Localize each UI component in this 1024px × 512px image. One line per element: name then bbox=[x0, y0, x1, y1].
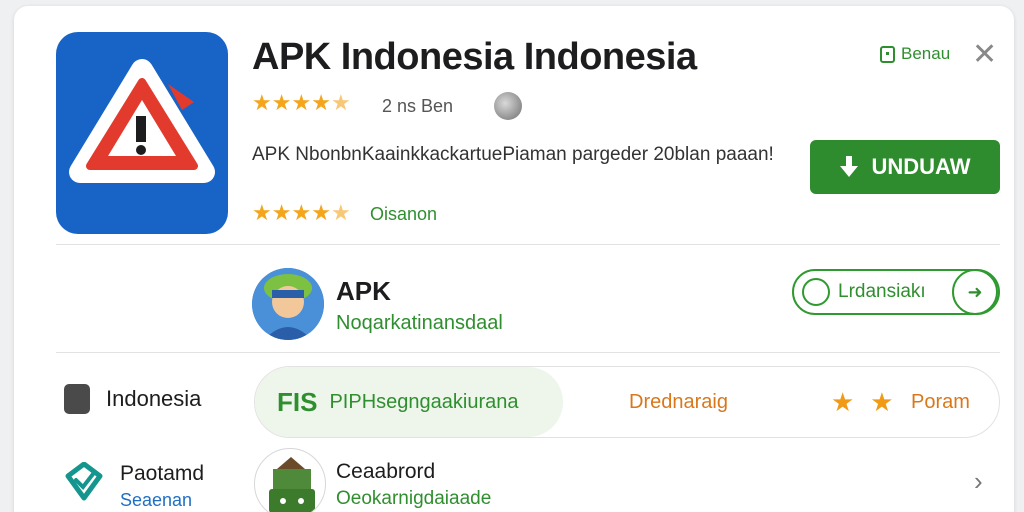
rating-meta: 2 ns Ben bbox=[382, 96, 454, 116]
reviewer-avatar-icon bbox=[494, 92, 522, 120]
follow-button[interactable]: Lrdansiakı ➜ bbox=[792, 269, 1000, 315]
star-icon: ★ bbox=[271, 200, 292, 225]
app-title: APK Indonesia Indonesia bbox=[252, 36, 697, 78]
tag-stars: ★★ bbox=[831, 387, 910, 417]
star-icon: ★ bbox=[291, 90, 312, 115]
follow-label: Lrdansiakı bbox=[838, 281, 926, 302]
download-icon bbox=[839, 156, 858, 177]
tag-popular[interactable]: Poram bbox=[911, 391, 970, 414]
app-description: APK NbonbnKaainkkackartuePiaman pargeder… bbox=[252, 144, 774, 165]
secondary-rating-label: Oisanon bbox=[370, 204, 438, 224]
install-button[interactable]: UNDUAW bbox=[810, 140, 1000, 194]
tag-primary[interactable]: FIS PIPHsegngaakiurana bbox=[255, 367, 563, 437]
install-label: UNDUAW bbox=[871, 154, 971, 179]
person-avatar-icon bbox=[252, 268, 324, 340]
category-item[interactable]: Indonesia bbox=[64, 384, 201, 414]
related-app-name[interactable]: Ceaabrord bbox=[336, 460, 435, 484]
divider bbox=[56, 244, 1000, 245]
developer-name[interactable]: APK bbox=[336, 276, 391, 307]
tag-secondary[interactable]: Drednaraig bbox=[629, 391, 728, 414]
rating-stars: ★ ★ ★ ★ ★ bbox=[252, 92, 351, 114]
bookmark-icon bbox=[880, 45, 895, 63]
star-icon: ★ bbox=[252, 90, 272, 115]
star-icon: ★ bbox=[311, 200, 331, 225]
half-star-icon: ★ bbox=[330, 200, 351, 225]
secondary-rating-stars: ★ ★ ★ ★ ★ bbox=[252, 202, 351, 224]
nav-sub-label: Seaenan bbox=[120, 490, 193, 510]
star-icon: ★ bbox=[311, 90, 331, 115]
app-icon[interactable] bbox=[56, 32, 228, 234]
globe-icon bbox=[802, 278, 830, 306]
category-icon bbox=[64, 384, 90, 414]
developer-avatar[interactable] bbox=[252, 268, 324, 340]
save-button[interactable]: Benau bbox=[880, 44, 950, 64]
related-app-subtitle: Oeokarnigdaiaade bbox=[336, 488, 492, 509]
star-icon: ★ bbox=[291, 200, 312, 225]
half-star-icon: ★ bbox=[330, 90, 351, 115]
star-icon: ★ bbox=[252, 200, 272, 225]
star-icon: ★ bbox=[271, 90, 292, 115]
tag-primary-text: PIPHsegngaakiurana bbox=[329, 390, 519, 413]
related-app-icon[interactable] bbox=[254, 448, 326, 512]
arrow-right-icon[interactable]: ➜ bbox=[952, 269, 998, 315]
chevron-right-icon[interactable]: › bbox=[974, 466, 983, 497]
divider bbox=[56, 352, 1000, 353]
developer-subtitle: Noqarkatinansdaal bbox=[336, 312, 503, 334]
close-icon[interactable]: ✕ bbox=[972, 40, 997, 70]
category-label: Indonesia bbox=[106, 386, 202, 411]
app-detail-card: APK Indonesia Indonesia ★ ★ ★ ★ ★ 2 ns B… bbox=[14, 6, 1014, 512]
shield-check-icon bbox=[65, 462, 103, 501]
tag-code: FIS bbox=[277, 386, 318, 417]
save-label: Benau bbox=[901, 44, 951, 63]
warning-triangle-icon bbox=[69, 59, 215, 183]
nav-label: Paotamd bbox=[120, 462, 205, 485]
robot-icon bbox=[269, 457, 315, 512]
tag-bar: FIS PIPHsegngaakiurana Drednaraig ★★ Por… bbox=[254, 366, 1000, 438]
